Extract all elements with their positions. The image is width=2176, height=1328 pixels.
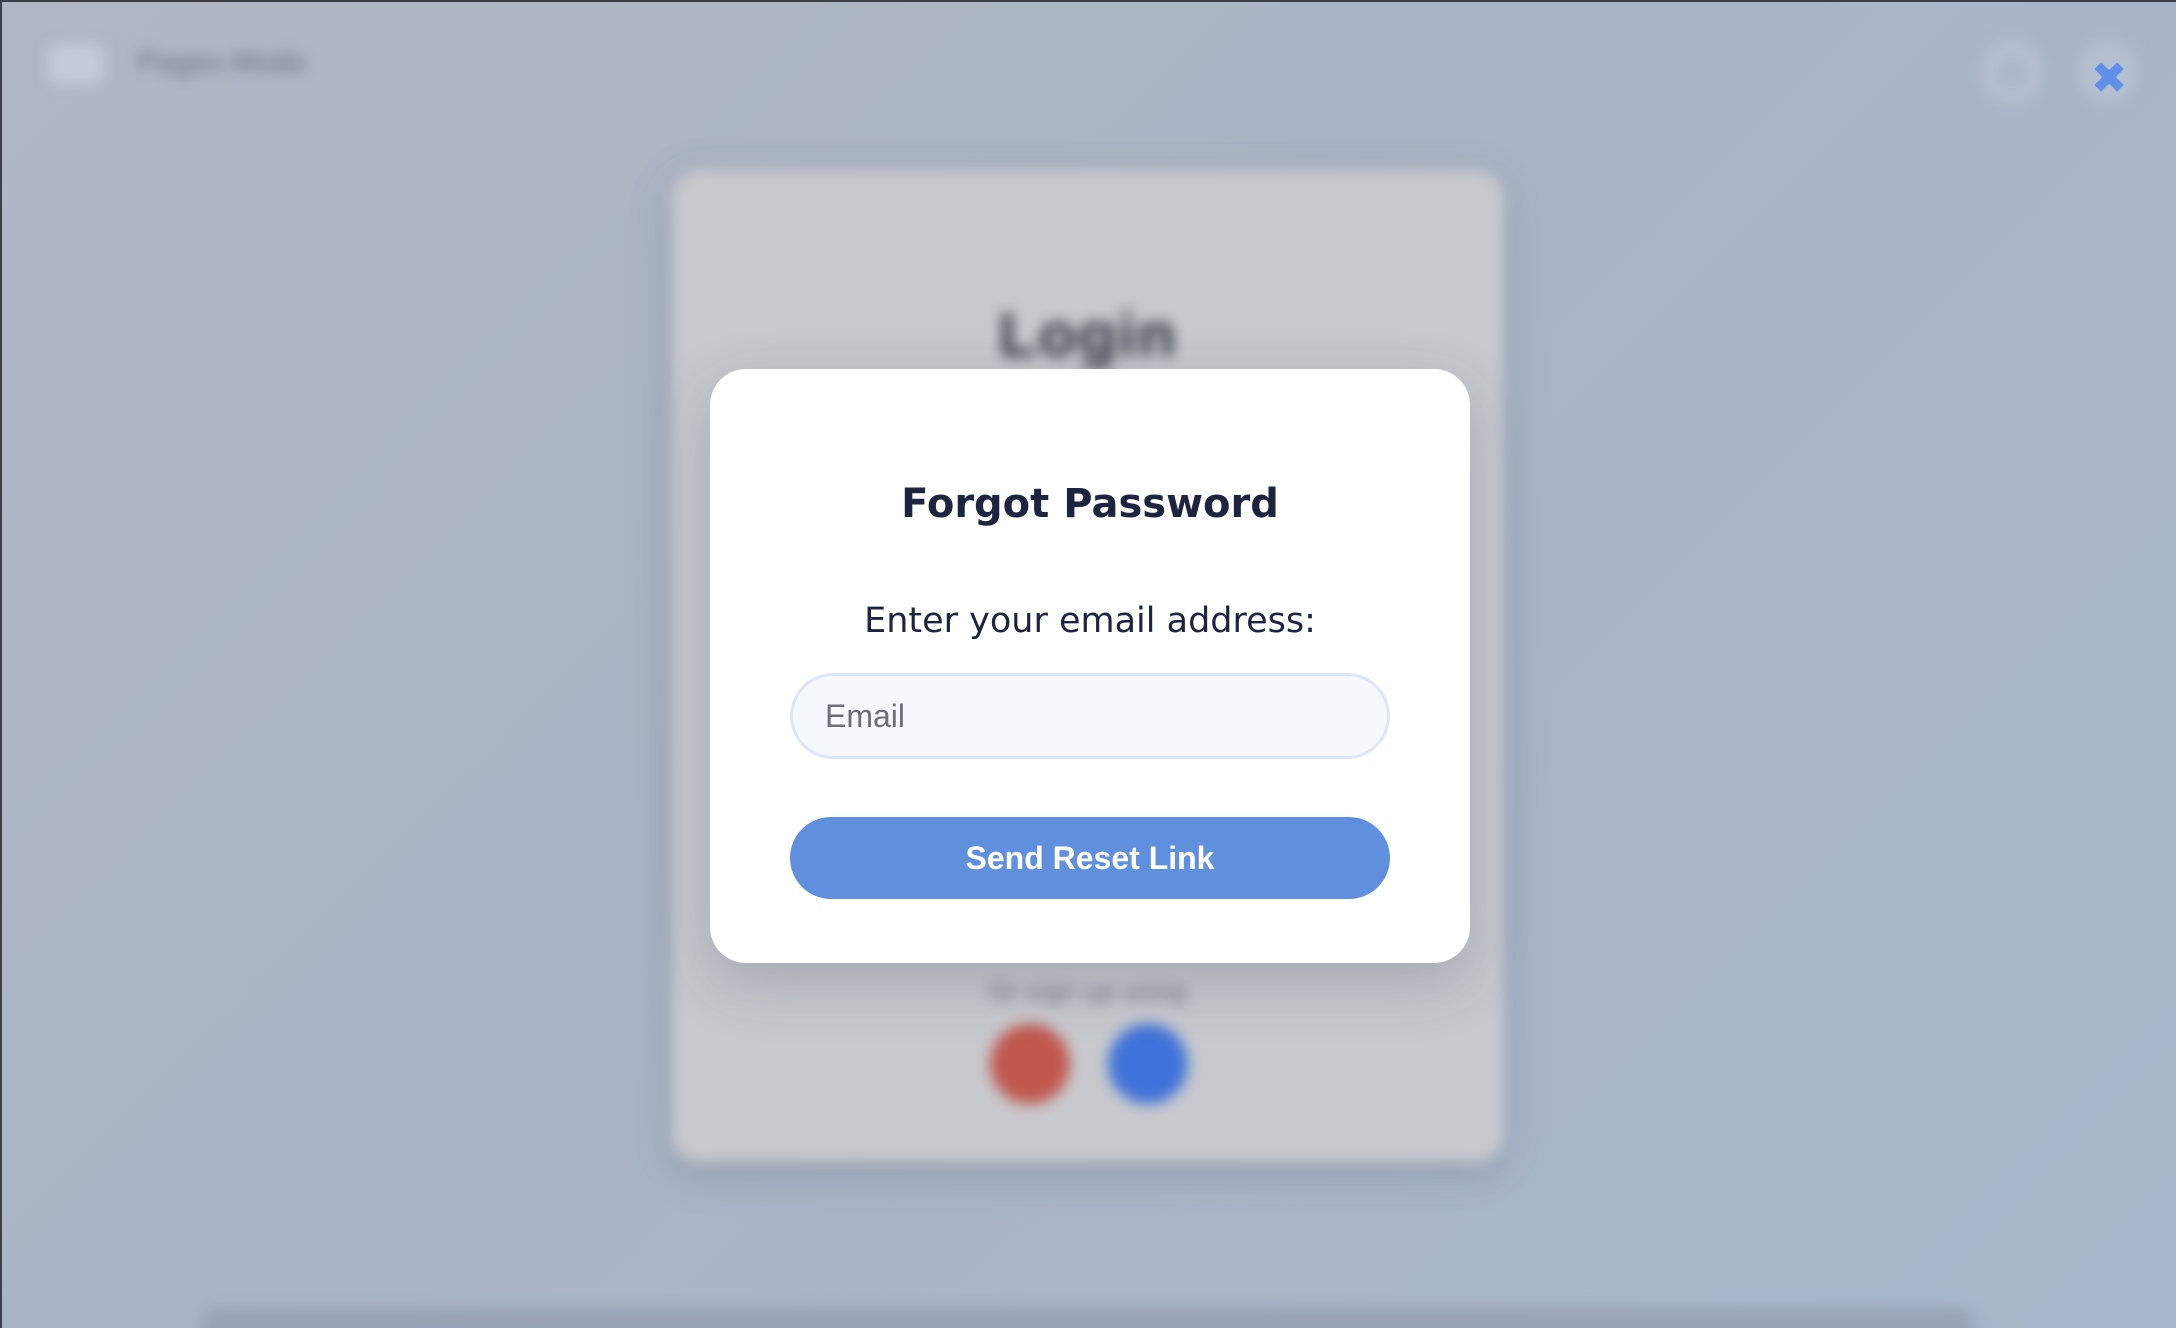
forgot-password-modal: Forgot Password Enter your email address… — [710, 369, 1470, 963]
facebook-icon — [1108, 1024, 1188, 1104]
close-icon[interactable]: ✖ — [2086, 56, 2132, 102]
signup-text: Or sign up using — [989, 978, 1187, 1006]
app-window: Pages Mode ⓘ Login Or sign up using ✖ Fo… — [0, 0, 2176, 1328]
login-title: Login — [998, 301, 1178, 370]
modal-title: Forgot Password — [901, 481, 1279, 527]
app-logo — [48, 44, 104, 84]
send-reset-link-button[interactable]: Send Reset Link — [790, 817, 1390, 899]
info-icon: ⓘ — [1997, 57, 2026, 90]
app-title: Pages Mode — [138, 46, 307, 79]
bottom-bar — [200, 1308, 1976, 1328]
google-icon — [990, 1024, 1070, 1104]
email-input[interactable] — [790, 673, 1390, 759]
email-prompt-label: Enter your email address: — [864, 601, 1316, 641]
info-button: ⓘ — [1980, 40, 2044, 104]
